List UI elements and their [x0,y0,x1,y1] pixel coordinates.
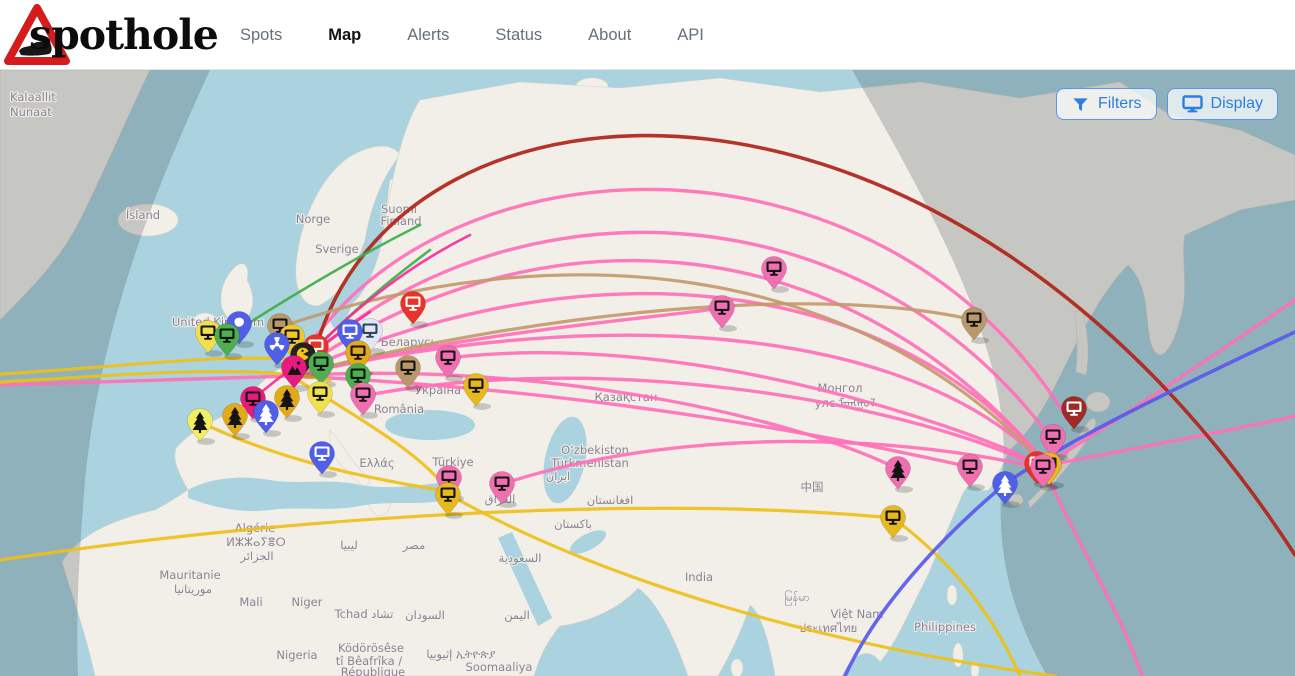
map-label: မြန်မာ [784,590,810,606]
map-label: Sverige [315,242,358,256]
map-label: Nigeria [276,648,317,662]
nav-item-status[interactable]: Status [495,26,542,45]
map-label: Philippines [914,620,976,634]
map-label: اليمن [504,608,530,623]
map-label: Niger [292,595,323,609]
map-label: ليبيا [340,538,357,552]
logo-wordmark: spothole [29,11,218,59]
map-label: Norge [296,212,331,226]
nav-item-map[interactable]: Map [328,26,361,45]
map-canvas[interactable]: KalaallitNunaatÍslandNorgeSuomiFinlandSv… [0,70,1295,676]
map-label: باكستان [554,517,592,531]
map-label: România [374,402,424,416]
world-map: KalaallitNunaatÍslandNorgeSuomiFinlandSv… [0,70,1295,676]
map-label: Soomaaliya [466,660,533,674]
nav-item-api[interactable]: API [677,26,704,45]
map-toolbar: Filters Display [1056,88,1278,120]
map-label: Nunaat [10,105,52,119]
map-label: 中国 [801,480,824,494]
display-button[interactable]: Display [1167,88,1278,120]
map-label: السعودية [499,551,542,566]
map-label: Việt Nam [831,607,884,621]
map-label: Ελλάς [359,456,394,470]
map-label: افغانستان [587,493,634,507]
app-header: spothole Spots Map Alerts Status About API [0,0,1295,70]
map-label: République [341,665,406,676]
main-nav: Spots Map Alerts Status About API [240,0,704,70]
map-label: Mauritanie [159,568,220,582]
map-label: Ísland [126,207,160,222]
filter-icon [1071,96,1090,113]
nav-item-about[interactable]: About [588,26,631,45]
map-label: Ködörösêse [338,641,404,655]
map-label: Tchad تشاد [334,607,394,621]
map-label: الجزائر [239,549,273,564]
filters-button[interactable]: Filters [1056,88,1157,120]
nav-item-spots[interactable]: Spots [240,26,282,45]
nav-item-alerts[interactable]: Alerts [407,26,449,45]
map-label: السودان [405,608,445,623]
map-label: Kalaallit [10,90,56,104]
spothole-logo[interactable]: spothole [4,3,234,67]
map-label: مصر [402,538,425,553]
map-label: India [685,570,713,584]
map-label: Mali [239,595,262,609]
display-icon [1182,95,1203,113]
map-label: ⵍⵣⵣⴰⵢⴻⵔ [226,535,286,549]
map-label: موريتانيا [174,582,212,597]
